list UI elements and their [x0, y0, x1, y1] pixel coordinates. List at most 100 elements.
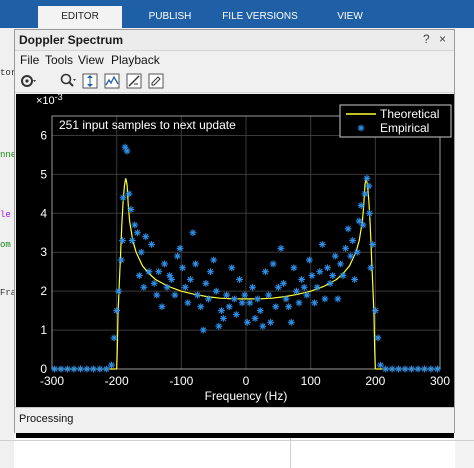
- empirical-point: [337, 260, 344, 268]
- pen-icon[interactable]: [147, 72, 165, 90]
- empirical-point: [324, 264, 331, 272]
- empirical-point: [408, 365, 415, 373]
- status-bar: Processing: [15, 407, 454, 433]
- close-icon[interactable]: ×: [439, 32, 446, 46]
- empirical-point: [316, 268, 324, 276]
- menu-view[interactable]: View: [78, 53, 104, 67]
- help-icon[interactable]: ?: [423, 32, 430, 46]
- legend-empirical-swatch: [357, 124, 365, 132]
- empirical-point: [119, 194, 127, 202]
- settings-icon[interactable]: [19, 72, 37, 90]
- y-exponent: ×10-3: [36, 94, 63, 107]
- empirical-point: [232, 311, 240, 318]
- empirical-point: [414, 365, 422, 373]
- empirical-point: [287, 318, 295, 326]
- x-tick-label: 300: [430, 374, 450, 388]
- empirical-point: [290, 264, 298, 272]
- x-tick-label: -100: [169, 374, 193, 388]
- menu-tools[interactable]: Tools: [45, 53, 73, 67]
- empirical-point: [127, 206, 135, 213]
- empirical-point: [155, 268, 163, 276]
- ribbon-tab-editor[interactable]: EDITOR: [38, 6, 122, 28]
- empirical-point: [174, 252, 181, 260]
- empirical-point: [347, 252, 355, 260]
- empirical-point: [326, 279, 334, 287]
- empirical-point: [305, 256, 313, 264]
- empirical-point: [64, 365, 71, 373]
- empirical-point: [308, 272, 316, 279]
- empirical-point: [179, 264, 187, 272]
- empirical-point: [303, 291, 311, 299]
- toolbar: [15, 70, 454, 93]
- y-tick-label: 5: [40, 167, 47, 181]
- empirical-point: [365, 182, 373, 190]
- empirical-point: [207, 268, 214, 276]
- editor-right-edge: [455, 28, 474, 468]
- legend[interactable]: Theoretical Empirical: [339, 104, 452, 138]
- background-text-fragment: om: [0, 240, 11, 250]
- empirical-point: [321, 295, 329, 303]
- ribbon-tab-view[interactable]: VIEW: [312, 6, 388, 28]
- empirical-point: [125, 190, 133, 198]
- empirical-point: [77, 365, 84, 373]
- empirical-point: [241, 291, 249, 299]
- empirical-point: [181, 283, 189, 291]
- plot-panel: 0 1 2 3 4 5 6 -300 -200 -100 0 100 200 300 ×10-3 251…: [16, 92, 454, 438]
- empirical-point: [110, 334, 118, 342]
- empirical-point: [230, 295, 238, 303]
- empirical-point: [311, 299, 318, 307]
- empirical-point: [161, 260, 168, 268]
- empirical-point: [219, 315, 227, 322]
- empirical-point: [421, 365, 428, 373]
- ribbon-tab-publish[interactable]: PUBLISH: [128, 6, 212, 28]
- empirical-point: [349, 237, 357, 244]
- empirical-point: [176, 244, 184, 252]
- spectrum-icon[interactable]: [103, 72, 121, 90]
- x-tick-labels: -300 -200 -100 0 100 200 300: [40, 374, 450, 388]
- empirical-point: [331, 252, 339, 260]
- legend-empirical-marker: [357, 124, 365, 132]
- empirical-point: [238, 299, 246, 307]
- empirical-point: [249, 283, 256, 291]
- window-titlebar[interactable]: Doppler Spectrum ? ×: [15, 30, 454, 51]
- x-tick-label: -200: [105, 374, 129, 388]
- window-title: Doppler Spectrum: [19, 33, 124, 47]
- empirical-point: [357, 202, 365, 209]
- grid-lines: [51, 116, 441, 370]
- empirical-point: [256, 307, 264, 315]
- autoscale-icon[interactable]: [81, 72, 99, 90]
- empirical-point: [359, 221, 367, 229]
- empirical-point: [215, 322, 223, 330]
- empirical-point: [388, 365, 396, 373]
- doppler-spectrum-plot[interactable]: 0 1 2 3 4 5 6 -300 -200 -100 0 100 200 300 ×10-3 251…: [16, 92, 454, 406]
- empirical-point: [186, 276, 194, 283]
- empirical-point: [135, 272, 143, 279]
- empirical-point: [197, 303, 205, 311]
- empirical-point: [285, 303, 293, 311]
- menu-file[interactable]: File: [20, 53, 39, 67]
- empirical-point: [427, 365, 435, 373]
- empirical-point: [192, 260, 199, 268]
- empirical-point: [148, 241, 155, 248]
- empirical-point: [171, 291, 179, 299]
- legend-theoretical-label: Theoretical: [380, 107, 439, 121]
- empirical-point: [102, 365, 110, 373]
- empirical-point: [83, 365, 91, 373]
- empirical-point: [280, 279, 287, 287]
- empirical-point: [274, 283, 282, 291]
- menu-playback[interactable]: Playback: [111, 53, 160, 67]
- empirical-point: [150, 279, 158, 287]
- empirical-point: [223, 291, 230, 299]
- y-tick-label: 1: [40, 323, 47, 337]
- x-tick-label: 0: [243, 374, 250, 388]
- measure-icon[interactable]: [125, 72, 143, 90]
- zoom-icon[interactable]: [59, 72, 77, 90]
- empirical-point: [113, 307, 121, 315]
- empirical-point: [351, 276, 359, 283]
- empirical-point: [313, 283, 321, 291]
- empirical-point: [117, 256, 125, 264]
- empirical-point: [142, 233, 150, 241]
- empirical-point: [189, 229, 197, 237]
- ribbon-tab-file-versions[interactable]: FILE VERSIONS: [212, 6, 308, 28]
- empirical-point: [293, 287, 300, 295]
